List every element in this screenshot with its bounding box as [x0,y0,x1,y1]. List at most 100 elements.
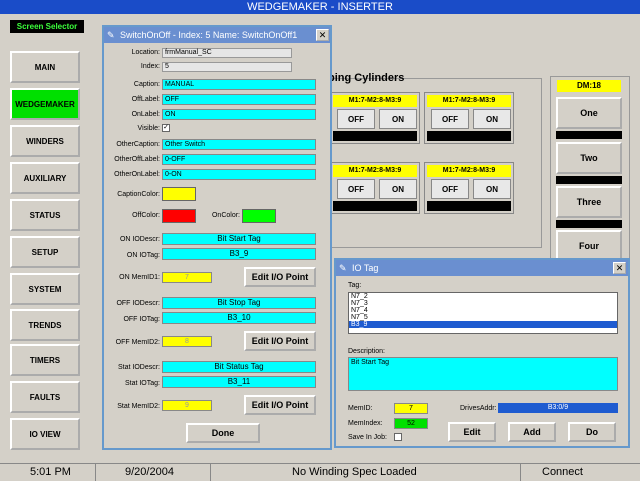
othercaption-input[interactable]: Other Switch [162,139,316,150]
on-color-swatch[interactable] [242,209,276,223]
nav-trends-button[interactable]: TRENDS [10,309,80,341]
nav-winders-button[interactable]: WINDERS [10,125,80,157]
io-tag-dialog: IO Tag ✎ ✕ Tag: N7_2 N7_3 N7_4 N7_5 B3_9… [334,258,630,448]
index-field: 5 [162,62,292,72]
memid-label: MemID: [348,405,373,412]
status-separator [210,464,211,481]
cylinder-label: M1:7-M2:8-M3:9 [427,165,511,177]
close-button[interactable]: ✕ [613,262,626,274]
cylinder-off-button[interactable]: OFF [431,109,469,129]
nav-wedgemaker-button[interactable]: WEDGEMAKER [10,88,80,120]
dm-button-three[interactable]: Three [556,186,622,218]
nav-auxiliary-button[interactable]: AUXILIARY [10,162,80,194]
cylinder-label: M1:7-M2:8-M3:9 [333,95,417,107]
location-field: frmManual_SC [162,48,292,58]
cylinder-indicator [333,201,417,211]
drives-addr-field: B3:0/9 [498,403,618,413]
visible-checkbox[interactable]: ✓ [162,124,170,132]
nav-faults-button[interactable]: FAULTS [10,381,80,413]
stat-memid-label: Stat MemID2: [117,403,160,410]
done-button[interactable]: Done [186,423,260,443]
nav-status-button[interactable]: STATUS [10,199,80,231]
nav-timers-button[interactable]: TIMERS [10,344,80,376]
done-button[interactable]: Do [568,422,616,442]
onlabel-input[interactable]: ON [162,109,316,120]
tag-list[interactable]: N7_2 N7_3 N7_4 N7_5 B3_9 [348,292,618,334]
edit-io-point-button[interactable]: Edit I/O Point [244,267,316,287]
otheron-label: OtherOnLabel: [114,171,160,178]
app-title-bar: WEDGEMAKER - INSERTER [0,0,640,14]
on-memid-label: ON MemID1: [119,274,160,281]
status-connection: Connect [542,466,583,478]
cylinder-off-button[interactable]: OFF [337,109,375,129]
dm-indicator [556,131,622,139]
on-iotag-field: B3_9 [162,248,316,260]
stat-memid-field: 9 [162,400,212,411]
dialog-title: SwitchOnOff - Index: 5 Name: SwitchOnOff… [104,27,330,43]
nav-setup-button[interactable]: SETUP [10,236,80,268]
oncolor-label: OnColor: [211,212,240,219]
memindex-field: 52 [394,418,428,429]
description-label: Description: [348,348,385,355]
edit-button[interactable]: Edit [448,422,496,442]
status-date: 9/20/2004 [125,466,174,478]
cylinders-group-title: ping Cylinders [328,72,405,84]
otheroff-label: OtherOffLabel: [114,156,160,163]
edit-io-point-button[interactable]: Edit I/O Point [244,395,316,415]
status-separator [520,464,521,481]
description-field[interactable]: Bit Start Tag [348,357,618,391]
off-color-swatch[interactable] [162,209,196,223]
cylinder-on-button[interactable]: ON [473,109,511,129]
on-iotag-label: ON IOTag: [126,252,160,259]
index-label: Index: [140,63,160,70]
offlabel-input[interactable]: OFF [162,94,316,105]
status-time: 5:01 PM [30,466,71,478]
otheron-input[interactable]: 0-ON [162,169,316,180]
off-iotag-label: OFF IOTag: [123,316,160,323]
list-item[interactable]: N7_3 [349,300,617,307]
list-item[interactable]: N7_5 [349,314,617,321]
cylinder-on-button[interactable]: ON [379,179,417,199]
dm-button-one[interactable]: One [556,97,622,129]
offcolor-label: OffColor: [132,212,160,219]
status-message: No Winding Spec Loaded [292,466,417,478]
otheroff-input[interactable]: 0-OFF [162,154,316,165]
caption-color-swatch[interactable] [162,187,196,201]
cylinder-panel: M1:7-M2:8-M3:9 OFF ON [330,92,420,144]
edit-io-point-button[interactable]: Edit I/O Point [244,331,316,351]
on-iodescr-field: Bit Start Tag [162,233,316,245]
nav-main-button[interactable]: MAIN [10,51,80,83]
drives-addr-label: DrivesAddr: [460,405,497,412]
on-memid-field: 7 [162,272,212,283]
list-item[interactable]: N7_2 [349,293,617,300]
dm-indicator [556,220,622,228]
stat-iodescr-label: Stat IODescr: [117,364,160,371]
list-item-selected[interactable]: B3_9 [349,321,617,328]
memid-field: 7 [394,403,428,414]
screen-selector-label: Screen Selector [10,20,84,33]
wrench-icon: ✎ [339,263,347,273]
cylinder-off-button[interactable]: OFF [337,179,375,199]
status-bar: 5:01 PM 9/20/2004 No Winding Spec Loaded… [0,463,640,481]
save-in-job-checkbox[interactable] [394,433,402,441]
close-button[interactable]: ✕ [316,29,329,41]
dm-button-two[interactable]: Two [556,142,622,174]
cylinder-off-button[interactable]: OFF [431,179,469,199]
off-iodescr-field: Bit Stop Tag [162,297,316,309]
cylinder-panel: M1:7-M2:8-M3:9 OFF ON [424,92,514,144]
captioncolor-label: CaptionColor: [117,191,160,198]
offlabel-label: OffLabel: [131,96,160,103]
cylinder-on-button[interactable]: ON [473,179,511,199]
othercaption-label: OtherCaption: [116,141,160,148]
dialog-title: IO Tag [336,260,628,276]
wrench-icon: ✎ [107,30,115,40]
off-iotag-field: B3_10 [162,312,316,324]
list-item[interactable]: N7_4 [349,307,617,314]
nav-ioview-button[interactable]: IO VIEW [10,418,80,450]
nav-system-button[interactable]: SYSTEM [10,273,80,305]
cylinder-on-button[interactable]: ON [379,109,417,129]
switch-properties-dialog: SwitchOnOff - Index: 5 Name: SwitchOnOff… [102,25,332,450]
caption-input[interactable]: MANUAL [162,79,316,90]
dm-label: DM:18 [557,80,621,92]
add-button[interactable]: Add [508,422,556,442]
